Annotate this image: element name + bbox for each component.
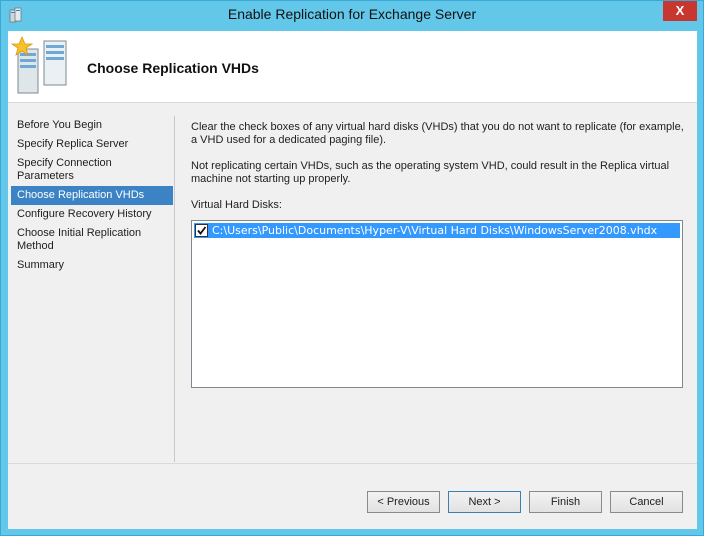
window-title: Enable Replication for Exchange Server <box>227 6 477 22</box>
instruction-text: Clear the check boxes of any virtual har… <box>191 121 684 146</box>
next-button[interactable]: Next > <box>448 491 521 513</box>
wizard-content: Clear the check boxes of any virtual har… <box>191 121 691 216</box>
nav-item-before-you-begin[interactable]: Before You Begin <box>11 116 173 135</box>
wizard-nav: Before You Begin Specify Replica Server … <box>11 116 173 275</box>
checkmark-icon <box>197 226 207 235</box>
nav-item-summary[interactable]: Summary <box>11 256 173 275</box>
server-star-icon <box>10 35 72 97</box>
nav-item-specify-connection-parameters[interactable]: Specify Connection Parameters <box>11 154 173 186</box>
vhd-list[interactable]: C:\Users\Public\Documents\Hyper-V\Virtua… <box>191 220 683 388</box>
nav-item-configure-recovery-history[interactable]: Configure Recovery History <box>11 205 173 224</box>
footer-divider <box>8 463 697 464</box>
wizard-header: Choose Replication VHDs <box>8 31 697 103</box>
page-title: Choose Replication VHDs <box>87 60 259 76</box>
finish-button[interactable]: Finish <box>529 491 602 513</box>
title-bar[interactable]: Enable Replication for Exchange Server X <box>1 1 703 31</box>
vhd-path: C:\Users\Public\Documents\Hyper-V\Virtua… <box>212 224 658 237</box>
vhd-checkbox[interactable] <box>195 224 208 237</box>
vhd-list-label: Virtual Hard Disks: <box>191 199 282 211</box>
dialog-window: Enable Replication for Exchange Server X… <box>0 0 704 536</box>
warning-text: Not replicating certain VHDs, such as th… <box>191 160 670 185</box>
close-button[interactable]: X <box>663 1 697 21</box>
nav-divider <box>174 116 175 462</box>
nav-item-choose-initial-replication-method[interactable]: Choose Initial Replication Method <box>11 224 173 256</box>
dialog-client-area: Choose Replication VHDs Before You Begin… <box>8 31 697 529</box>
cancel-button[interactable]: Cancel <box>610 491 683 513</box>
list-item[interactable]: C:\Users\Public\Documents\Hyper-V\Virtua… <box>194 223 680 238</box>
nav-item-choose-replication-vhds[interactable]: Choose Replication VHDs <box>11 186 173 205</box>
nav-item-specify-replica-server[interactable]: Specify Replica Server <box>11 135 173 154</box>
previous-button[interactable]: < Previous <box>367 491 440 513</box>
